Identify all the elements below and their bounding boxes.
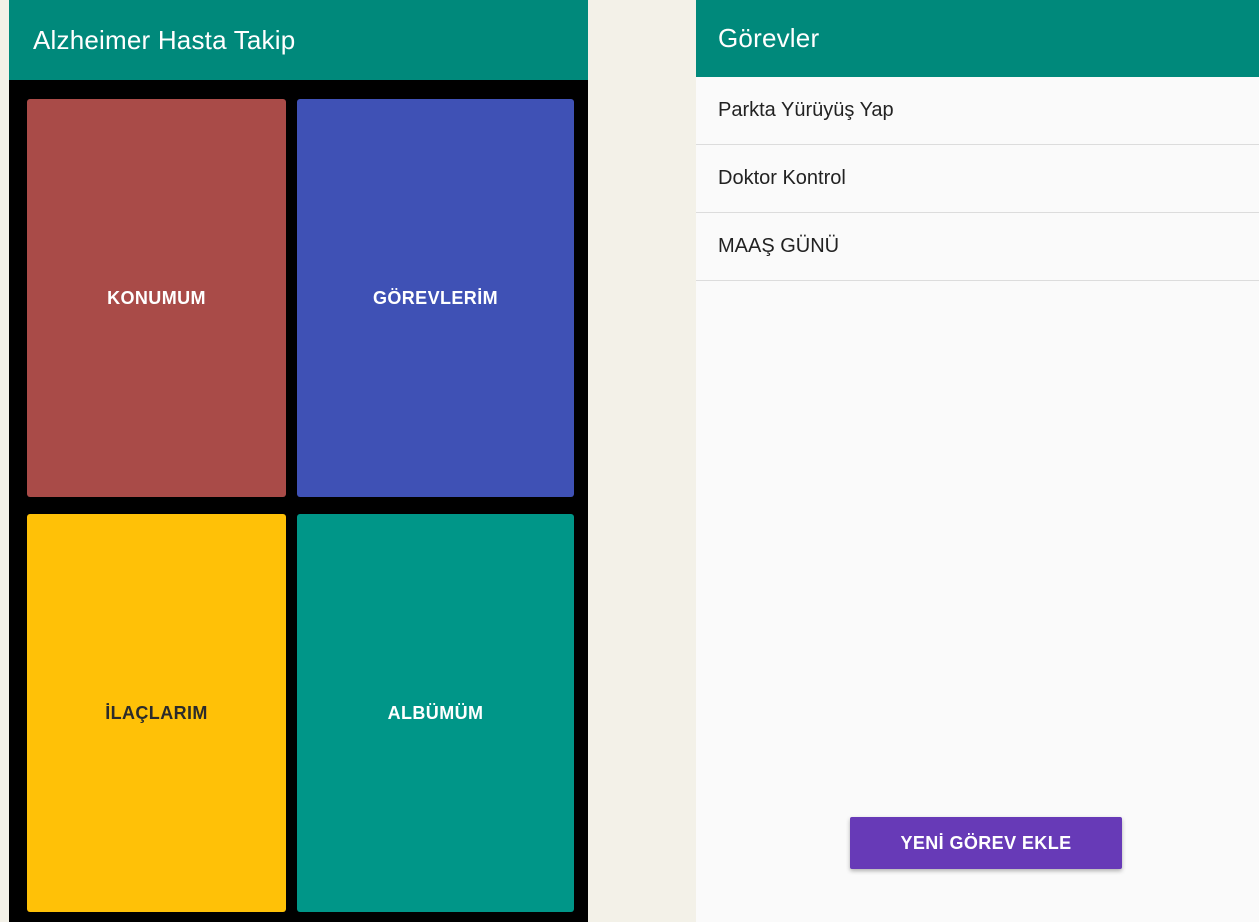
ilaclarim-tile-button[interactable]: İLAÇLARIM: [27, 514, 286, 912]
home-app-title: Alzheimer Hasta Takip: [33, 24, 296, 55]
home-screen: Alzheimer Hasta Takip KONUMUM GÖREVLERİM…: [9, 0, 588, 922]
konumum-tile-label: KONUMUM: [107, 287, 206, 308]
task-label: MAAŞ GÜNÜ: [718, 235, 840, 257]
tasks-app-title: Görevler: [718, 23, 820, 53]
albumum-tile-label: ALBÜMÜM: [387, 702, 484, 723]
list-item[interactable]: MAAŞ GÜNÜ: [696, 213, 1259, 281]
task-list: Parkta Yürüyüş Yap Doktor Kontrol MAAŞ G…: [696, 77, 1259, 281]
tasks-screen: Görevler Parkta Yürüyüş Yap Doktor Kontr…: [696, 0, 1259, 922]
add-task-button-label: YENİ GÖREV EKLE: [900, 832, 1072, 853]
add-task-button[interactable]: YENİ GÖREV EKLE: [850, 817, 1122, 869]
task-label: Parkta Yürüyüş Yap: [718, 99, 894, 121]
list-item[interactable]: Parkta Yürüyüş Yap: [696, 77, 1259, 145]
list-item[interactable]: Doktor Kontrol: [696, 145, 1259, 213]
tasks-app-bar: Görevler: [696, 0, 1259, 77]
task-label: Doktor Kontrol: [718, 167, 846, 189]
home-app-bar: Alzheimer Hasta Takip: [9, 0, 588, 80]
konumum-tile-button[interactable]: KONUMUM: [27, 99, 286, 497]
ilaclarim-tile-label: İLAÇLARIM: [105, 702, 208, 723]
albumum-tile-button[interactable]: ALBÜMÜM: [297, 514, 574, 912]
gorevlerim-tile-label: GÖREVLERİM: [372, 287, 498, 308]
gorevlerim-tile-button[interactable]: GÖREVLERİM: [297, 99, 574, 497]
